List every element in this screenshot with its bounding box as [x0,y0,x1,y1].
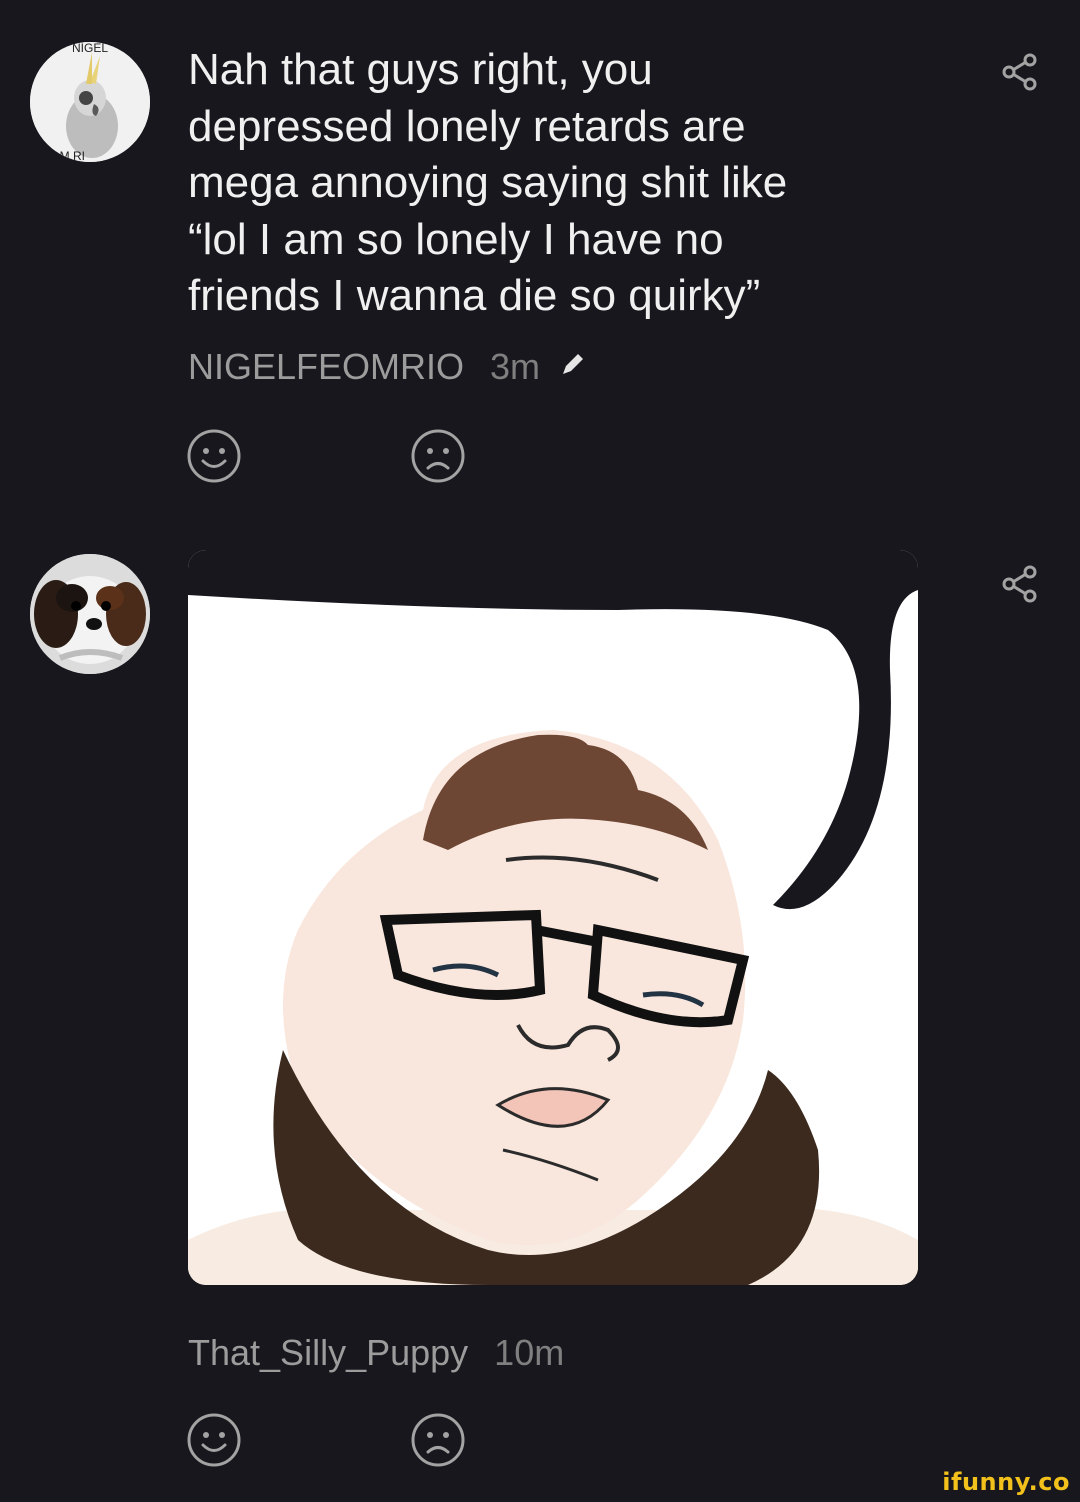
bearded-guy-meme-image[interactable] [188,550,918,1285]
puppy-avatar-icon [30,554,150,674]
frown-icon-2[interactable] [410,1412,466,1468]
timestamp-2: 10m [494,1332,565,1373]
reactions-2 [186,1412,466,1468]
user-avatar-puppy[interactable] [30,554,150,674]
username-2[interactable]: That_Silly_Puppy [188,1332,468,1374]
comment-meta-2: That_Silly_Puppy 10m [188,1332,564,1374]
smile-icon-2[interactable] [186,1412,242,1468]
share-icon-2[interactable] [1000,564,1040,604]
comment-2: That_Silly_Puppy 10m [0,0,1080,1502]
ifunny-watermark: ifunny.co [942,1468,1070,1496]
